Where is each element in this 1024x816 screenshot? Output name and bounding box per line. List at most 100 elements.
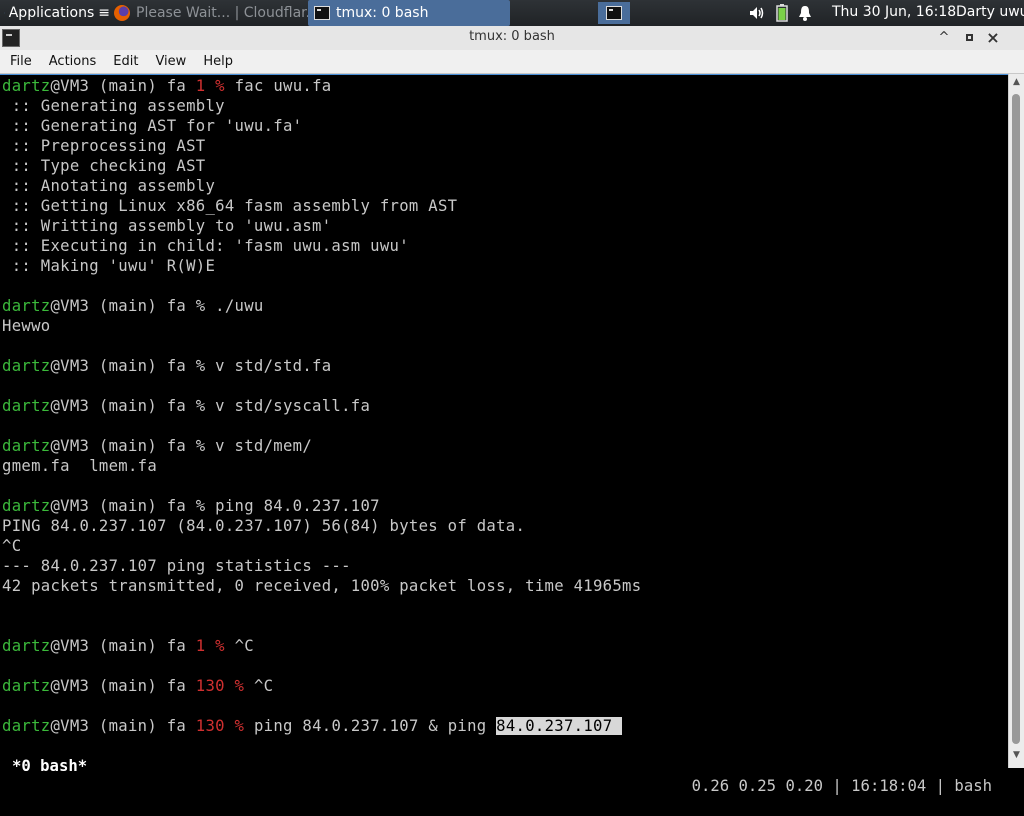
terminal-area[interactable]: dartz@VM3 (main) fa 1 % fac uwu.fa :: Ge… bbox=[0, 74, 1008, 795]
scroll-up-arrow-icon[interactable]: ▲ bbox=[1009, 77, 1024, 87]
top-panel: Applications ≡ Please Wait... | Cloudfla… bbox=[0, 0, 1024, 26]
prompt-user: dartz bbox=[2, 497, 51, 515]
taskbar-item-terminal[interactable]: tmux: 0 bash bbox=[308, 0, 510, 26]
output-line: :: Getting Linux x86_64 fasm assembly fr… bbox=[2, 197, 458, 215]
menu-file[interactable]: File bbox=[0, 54, 39, 69]
tmux-status-right: 0.26 0.25 0.20 | 16:18:04 | bash bbox=[691, 777, 992, 795]
output-line: :: Writting assembly to 'uwu.asm' bbox=[2, 217, 332, 235]
workspace-switcher[interactable] bbox=[598, 2, 630, 24]
prompt-status-code: 130 bbox=[195, 717, 225, 735]
prompt-host: @VM3 (main) fa bbox=[50, 677, 196, 695]
prompt-symbol: % bbox=[195, 497, 216, 515]
output-line: :: Generating assembly bbox=[2, 97, 225, 115]
prompt-symbol: % bbox=[224, 677, 254, 695]
prompt-host: @VM3 (main) fa bbox=[50, 397, 196, 415]
output-line: gmem.fa lmem.fa bbox=[2, 457, 158, 475]
menu-help[interactable]: Help bbox=[193, 54, 240, 69]
output-line: :: Preprocessing AST bbox=[2, 137, 206, 155]
output-line: :: Generating AST for 'uwu.fa' bbox=[2, 117, 303, 135]
vertical-scrollbar[interactable]: ▲ ▼ bbox=[1008, 74, 1024, 768]
prompt-user: dartz bbox=[2, 357, 51, 375]
output-line: :: Anotating assembly bbox=[2, 177, 216, 195]
output-line: :: Type checking AST bbox=[2, 157, 206, 175]
prompt-symbol: % bbox=[195, 397, 216, 415]
prompt-line: dartz@VM3 (main) fa 130 % ^C bbox=[2, 676, 1006, 696]
output-line: PING 84.0.237.107 (84.0.237.107) 56(84) … bbox=[2, 517, 526, 535]
terminal-output: dartz@VM3 (main) fa 1 % fac uwu.fa :: Ge… bbox=[2, 76, 1006, 736]
window-titlebar[interactable]: tmux: 0 bash ^ × bbox=[0, 26, 1024, 51]
tmux-window-name[interactable]: *0 bash* bbox=[12, 756, 87, 776]
scroll-down-arrow-icon[interactable]: ▼ bbox=[1009, 750, 1024, 760]
prompt-symbol: % bbox=[205, 77, 235, 95]
prompt-host: @VM3 (main) fa bbox=[50, 717, 196, 735]
prompt-host: @VM3 (main) fa bbox=[50, 437, 196, 455]
applications-menu[interactable]: Applications ≡ bbox=[0, 0, 110, 26]
prompt-line: dartz@VM3 (main) fa % v std/syscall.fa bbox=[2, 396, 1006, 416]
clock[interactable]: Thu 30 Jun, 16:18 bbox=[832, 4, 956, 20]
close-button[interactable]: × bbox=[984, 29, 1002, 47]
prompt-command: ping 84.0.237.107 & ping bbox=[253, 717, 497, 735]
selected-text: 84.0.237.107 bbox=[496, 717, 623, 735]
taskbar-item-label: Please Wait... | Cloudflar... bbox=[136, 5, 308, 21]
battery-icon[interactable] bbox=[776, 4, 788, 22]
tmux-status-bar: *0 bash* 0.26 0.25 0.20 | 16:18:04 | bas… bbox=[2, 736, 1006, 795]
notification-bell-icon[interactable] bbox=[798, 5, 812, 21]
menu-actions[interactable]: Actions bbox=[39, 54, 104, 69]
prompt-line: dartz@VM3 (main) fa % ./uwu bbox=[2, 296, 1006, 316]
prompt-symbol: % bbox=[224, 717, 254, 735]
window-title: tmux: 0 bash bbox=[469, 29, 555, 44]
scrollbar-thumb[interactable] bbox=[1012, 94, 1020, 744]
output-line: Hewwo bbox=[2, 317, 51, 335]
output-line: ^C bbox=[2, 537, 22, 555]
volume-icon[interactable] bbox=[748, 5, 766, 21]
prompt-user: dartz bbox=[2, 77, 51, 95]
prompt-line: dartz@VM3 (main) fa 130 % ping 84.0.237.… bbox=[2, 716, 1006, 736]
prompt-user: dartz bbox=[2, 397, 51, 415]
prompt-command: v std/syscall.fa bbox=[215, 397, 371, 415]
menu-view[interactable]: View bbox=[145, 54, 193, 69]
prompt-command: fac uwu.fa bbox=[234, 77, 332, 95]
maximize-button[interactable] bbox=[960, 29, 978, 47]
user-menu[interactable]: Darty uwu bbox=[956, 4, 1024, 20]
output-line: --- 84.0.237.107 ping statistics --- bbox=[2, 557, 351, 575]
terminal-icon bbox=[314, 6, 330, 20]
prompt-user: dartz bbox=[2, 297, 51, 315]
prompt-symbol: % bbox=[195, 437, 216, 455]
prompt-host: @VM3 (main) fa bbox=[50, 497, 196, 515]
prompt-command: ping 84.0.237.107 bbox=[215, 497, 380, 515]
prompt-command: v std/std.fa bbox=[215, 357, 332, 375]
prompt-status-code: 130 bbox=[195, 677, 225, 695]
prompt-line: dartz@VM3 (main) fa % ping 84.0.237.107 bbox=[2, 496, 1006, 516]
system-tray bbox=[748, 0, 822, 26]
prompt-command: ^C bbox=[253, 677, 274, 695]
maximize-icon bbox=[965, 34, 973, 41]
prompt-symbol: % bbox=[205, 637, 235, 655]
output-line: 42 packets transmitted, 0 received, 100%… bbox=[2, 577, 642, 595]
prompt-command: ^C bbox=[234, 637, 254, 655]
menu-edit[interactable]: Edit bbox=[103, 54, 145, 69]
prompt-symbol: % bbox=[195, 357, 216, 375]
prompt-user: dartz bbox=[2, 677, 51, 695]
output-line: :: Making 'uwu' R(W)E bbox=[2, 257, 216, 275]
prompt-host: @VM3 (main) fa bbox=[50, 297, 196, 315]
prompt-line: dartz@VM3 (main) fa 1 % fac uwu.fa bbox=[2, 76, 1006, 96]
prompt-line: dartz@VM3 (main) fa % v std/std.fa bbox=[2, 356, 1006, 376]
prompt-host: @VM3 (main) fa bbox=[50, 637, 196, 655]
taskbar-item-browser[interactable]: Please Wait... | Cloudflar... bbox=[110, 0, 308, 26]
xfce-logo-icon bbox=[4, 12, 5, 14]
output-line: :: Executing in child: 'fasm uwu.asm uwu… bbox=[2, 237, 409, 255]
terminal-icon bbox=[606, 6, 622, 20]
menu-bar: File Actions Edit View Help bbox=[0, 50, 1024, 74]
prompt-host: @VM3 (main) fa bbox=[50, 357, 196, 375]
minimize-button[interactable]: ^ bbox=[935, 29, 953, 47]
prompt-symbol: % bbox=[195, 297, 216, 315]
prompt-line: dartz@VM3 (main) fa 1 % ^C bbox=[2, 636, 1006, 656]
prompt-user: dartz bbox=[2, 437, 51, 455]
